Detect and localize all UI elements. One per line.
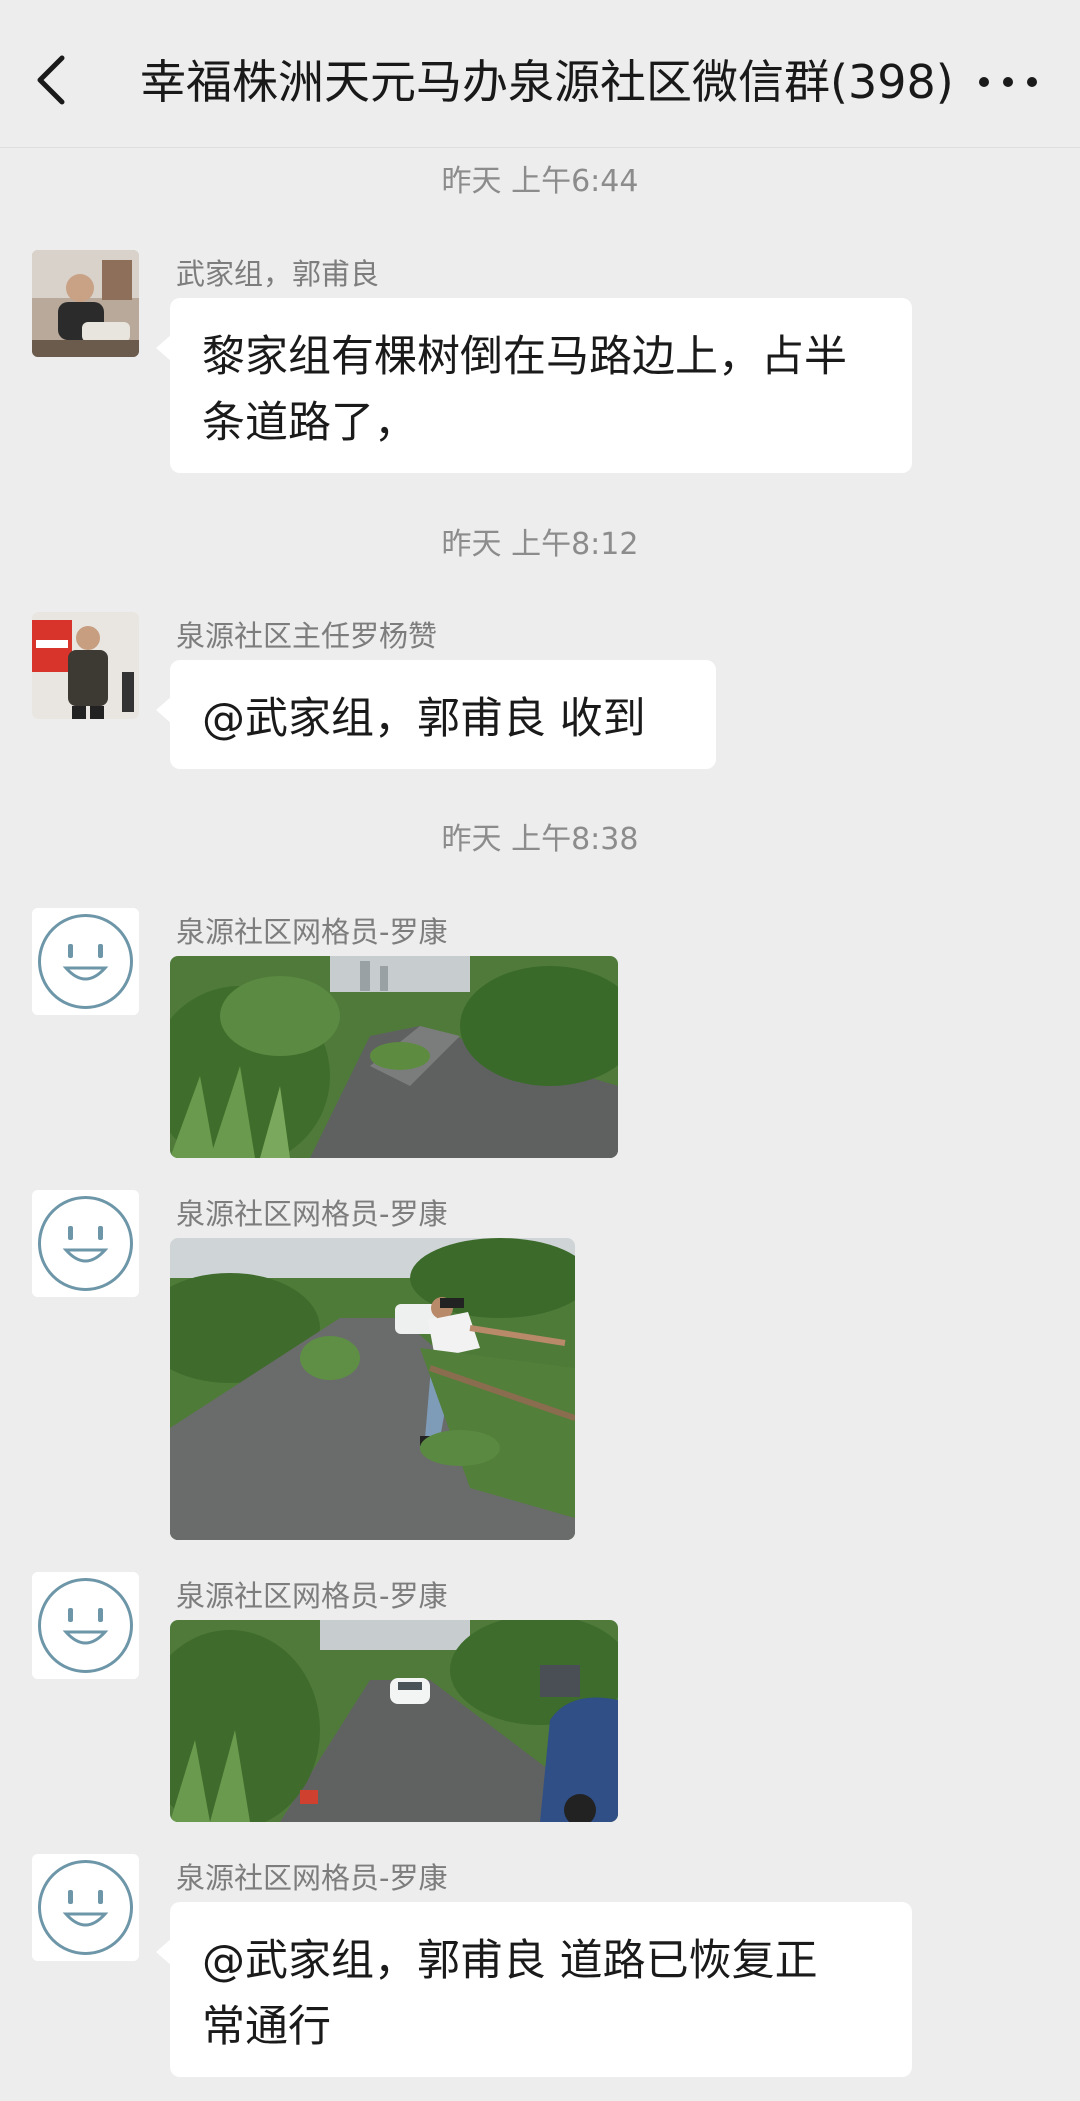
message-text: 常通行 — [202, 2002, 331, 2052]
avatar[interactable] — [32, 1190, 139, 1297]
more-dots-icon — [979, 77, 1037, 87]
back-button[interactable] — [30, 50, 78, 110]
message-bubble[interactable]: @武家组，郭甫良 道路已恢复正 常通行 — [156, 1902, 912, 2077]
sender-name: 泉源社区网格员-罗康 — [176, 1861, 448, 1895]
message-text: 黎家组有棵树倒在马路边上，占半 — [202, 332, 847, 382]
sender-name: 泉源社区主任罗杨赞 — [176, 619, 438, 653]
avatar[interactable] — [32, 1572, 139, 1679]
smiley-icon — [32, 1190, 139, 1297]
message-bubble[interactable]: 黎家组有棵树倒在马路边上，占半 条道路了， — [156, 298, 912, 473]
smiley-icon — [32, 908, 139, 1015]
avatar[interactable] — [32, 908, 139, 1015]
smiley-icon — [32, 1572, 139, 1679]
avatar[interactable] — [32, 250, 139, 357]
sender-name: 泉源社区网格员-罗康 — [176, 1197, 448, 1231]
message-bubble[interactable]: @武家组，郭甫良 收到 — [156, 660, 716, 769]
chat-title: 幸福株洲天元马办泉源社区微信群(398) — [140, 55, 954, 109]
message-text: @武家组，郭甫良 收到 — [202, 694, 646, 744]
sender-name: 泉源社区网格员-罗康 — [176, 1579, 448, 1613]
message-image[interactable] — [170, 1620, 618, 1822]
message-image[interactable] — [170, 1238, 575, 1540]
message-image[interactable] — [170, 956, 618, 1158]
message-timestamp: 昨天 上午8:12 — [441, 527, 639, 562]
avatar[interactable] — [32, 612, 139, 719]
sender-name: 武家组，郭甫良 — [176, 257, 380, 291]
message-text: 条道路了， — [202, 398, 417, 448]
more-button[interactable] — [970, 60, 1050, 100]
chevron-left-icon — [37, 55, 65, 105]
message-timestamp: 昨天 上午8:38 — [441, 822, 639, 857]
smiley-icon — [32, 1854, 139, 1961]
message-timestamp: 昨天 上午6:44 — [441, 164, 639, 199]
sender-name: 泉源社区网格员-罗康 — [176, 915, 448, 949]
avatar[interactable] — [32, 1854, 139, 1961]
message-text: @武家组，郭甫良 道路已恢复正 — [202, 1936, 818, 1986]
chat-header: 幸福株洲天元马办泉源社区微信群(398) — [0, 0, 1080, 148]
